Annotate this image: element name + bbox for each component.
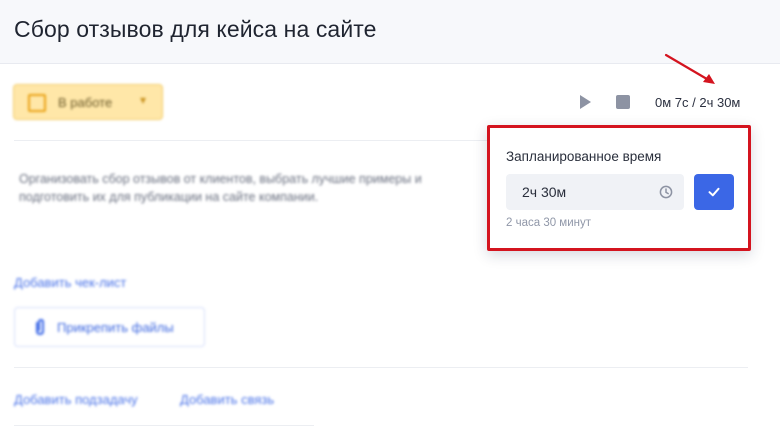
divider [14, 425, 314, 426]
chevron-down-icon: ▾ [140, 93, 147, 107]
task-description: Организовать сбор отзывов от клиентов, в… [19, 172, 422, 204]
divider [14, 367, 748, 368]
add-subtask-link[interactable]: Добавить подзадачу [14, 392, 138, 407]
add-relation-link[interactable]: Добавить связь [180, 392, 274, 407]
confirm-button[interactable] [694, 174, 734, 210]
check-icon [708, 187, 720, 197]
planned-time-hint: 2 часа 30 минут [506, 217, 592, 229]
checkbox-icon [28, 94, 46, 112]
planned-time-value: 2ч 30м [522, 184, 567, 200]
popover-title: Запланированное время [506, 149, 662, 164]
planned-time-input[interactable]: 2ч 30м [506, 174, 684, 210]
status-label: В работе [58, 95, 113, 110]
planned-time-popover: Запланированное время 2ч 30м 2 часа 30 м… [487, 125, 751, 251]
add-checklist-link[interactable]: Добавить чек-лист [14, 275, 126, 290]
page-title: Сбор отзывов для кейса на сайте [14, 16, 377, 42]
status-dropdown[interactable]: В работе ▾ [13, 84, 163, 120]
clock-icon [659, 185, 673, 199]
play-icon[interactable] [577, 94, 593, 110]
paperclip-icon [35, 319, 45, 336]
stop-icon[interactable] [616, 95, 630, 109]
attach-files-label: Прикрепить файлы [57, 320, 174, 335]
attach-files-button[interactable]: Прикрепить файлы [14, 307, 205, 347]
annotation-arrow-icon [664, 53, 715, 84]
